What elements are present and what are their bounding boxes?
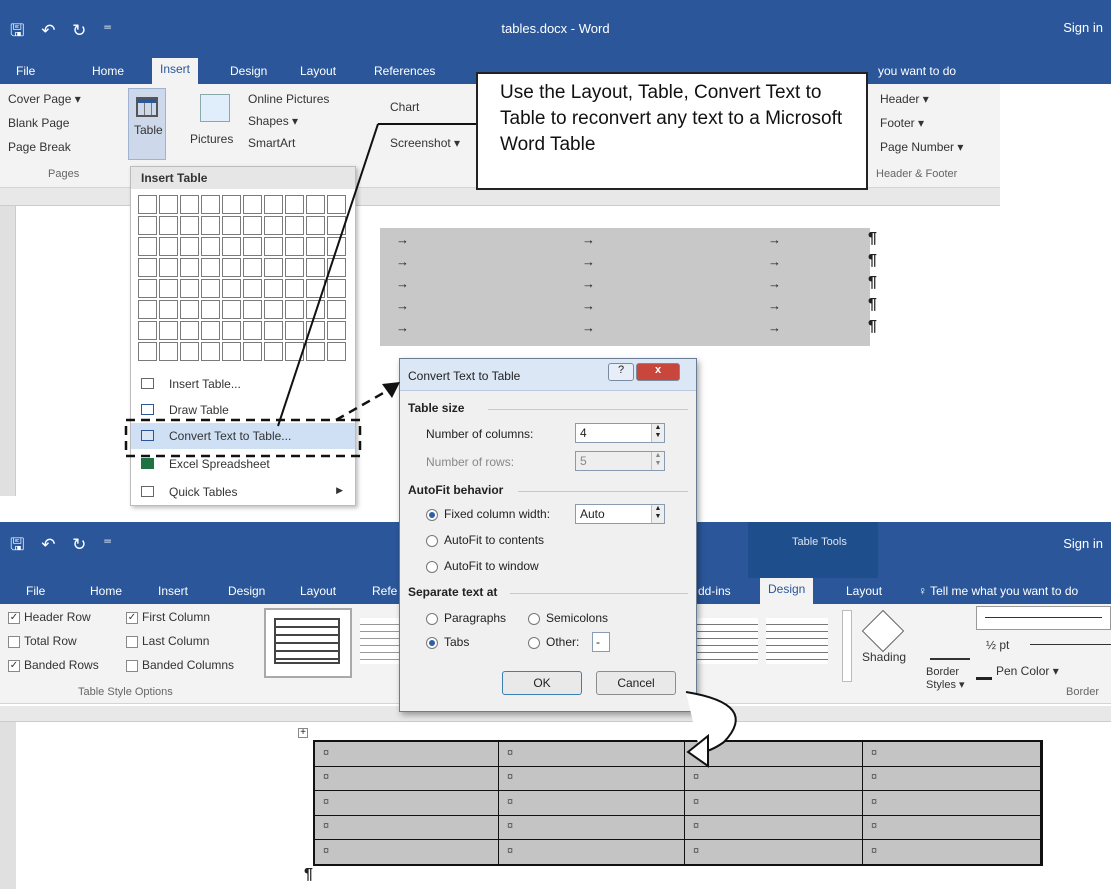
callout-pointer-line <box>277 123 379 427</box>
annotation-overlay <box>124 123 737 768</box>
dashed-highlight-box <box>124 418 362 458</box>
dashed-arrow-head-icon <box>382 382 400 398</box>
curved-arrow-icon <box>685 691 737 753</box>
dashed-arrow-line <box>335 386 393 422</box>
